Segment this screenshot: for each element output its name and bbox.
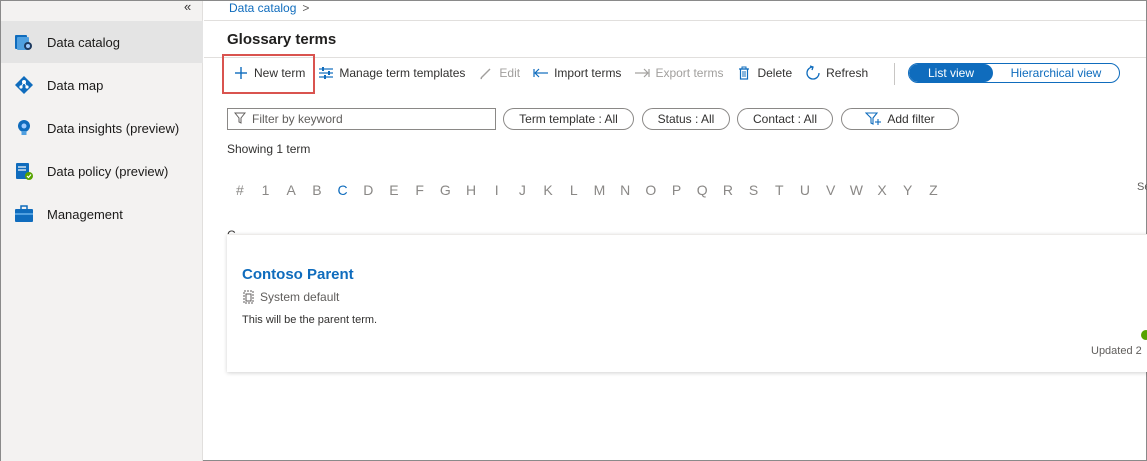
term-updated: Updated 2 [1091, 345, 1142, 357]
manage-term-templates-button[interactable]: Manage term templates [318, 65, 465, 81]
status-approved-icon [1141, 330, 1147, 340]
sidebar-item-label: Management [47, 206, 123, 222]
sidebar-item-data-policy[interactable]: Data policy (preview) [1, 150, 203, 192]
alphabet-letter-r[interactable]: R [715, 182, 741, 198]
export-terms-label: Export terms [655, 66, 724, 80]
keyword-filter-input[interactable]: Filter by keyword [227, 108, 496, 130]
term-template-label: System default [260, 290, 340, 304]
alphabet-letter-g[interactable]: G [433, 182, 459, 198]
sidebar: « Data catalog Data map Data insights (p… [1, 0, 203, 461]
alphabet-letter-o[interactable]: O [638, 182, 664, 198]
alphabet-letter-h[interactable]: H [458, 182, 484, 198]
view-toggle: List view Hierarchical view [908, 63, 1120, 83]
alphabet-letter-a[interactable]: A [278, 182, 304, 198]
term-description: This will be the parent term. [242, 314, 378, 326]
page-title: Glossary terms [227, 31, 337, 48]
alphabet-letter-w[interactable]: W [844, 182, 870, 198]
alphabet-letter-s[interactable]: S [741, 182, 767, 198]
alphabet-letter-t[interactable]: T [766, 182, 792, 198]
data-policy-icon [13, 160, 35, 182]
alphabet-letter-k[interactable]: K [535, 182, 561, 198]
delete-label: Delete [757, 66, 793, 80]
alphabet-letter-f[interactable]: F [407, 182, 433, 198]
divider [204, 20, 1146, 21]
sidebar-item-label: Data map [47, 77, 104, 93]
divider [204, 57, 1146, 58]
alphabet-letter-u[interactable]: U [792, 182, 818, 198]
sidebar-item-data-catalog[interactable]: Data catalog [1, 21, 203, 63]
contact-filter[interactable]: Contact : All [737, 108, 833, 130]
alphabet-letter-e[interactable]: E [381, 182, 407, 198]
term-card: Contoso Parent System default This will … [227, 234, 1147, 372]
breadcrumb-separator: > [302, 1, 310, 15]
alphabet-letter-c[interactable]: C [330, 182, 356, 198]
alphabet-letter-q[interactable]: Q [689, 182, 715, 198]
alphabet-letter-l[interactable]: L [561, 182, 587, 198]
alphabet-letter-m[interactable]: M [587, 182, 613, 198]
result-count: Showing 1 term [227, 142, 311, 156]
hierarchical-view-option[interactable]: Hierarchical view [993, 64, 1119, 82]
alphabet-index: #1 A B C D E F G H I J K L M N O P Q R S T U V W X Y Z [227, 182, 946, 198]
new-term-highlight-box [222, 54, 315, 94]
refresh-label: Refresh [826, 66, 869, 80]
data-map-icon [13, 74, 35, 96]
term-template-filter[interactable]: Term template : All [503, 108, 634, 130]
filter-icon [233, 112, 247, 127]
edit-label: Edit [499, 66, 521, 80]
export-icon [634, 65, 651, 81]
breadcrumb-link-data-catalog[interactable]: Data catalog [229, 1, 296, 15]
sidebar-item-label: Data policy (preview) [47, 163, 169, 179]
list-view-option[interactable]: List view [909, 64, 993, 82]
edit-button[interactable]: Edit [478, 65, 520, 81]
alphabet-letter-j[interactable]: J [510, 182, 536, 198]
breadcrumb: Data catalog > [229, 1, 309, 15]
data-catalog-icon [13, 31, 35, 53]
manage-term-templates-label: Manage term templates [339, 66, 466, 80]
sidebar-item-management[interactable]: Management [1, 193, 203, 235]
alphabet-letter-d[interactable]: D [355, 182, 381, 198]
alphabet-letter-x[interactable]: X [869, 182, 895, 198]
alphabet-letter-n[interactable]: N [612, 182, 638, 198]
keyword-filter-placeholder: Filter by keyword [252, 112, 343, 126]
template-icon [242, 290, 256, 304]
refresh-icon [805, 65, 821, 81]
alphabet-letter-i[interactable]: I [484, 182, 510, 198]
collapse-sidebar-icon[interactable]: « [184, 0, 191, 13]
delete-button[interactable]: Delete [736, 65, 792, 81]
truncated-text: Se [1137, 181, 1147, 193]
add-filter-label: Add filter [887, 112, 935, 126]
import-terms-label: Import terms [554, 66, 622, 80]
import-terms-button[interactable]: Import terms [533, 65, 621, 81]
trash-icon [736, 65, 752, 81]
refresh-button[interactable]: Refresh [805, 65, 868, 81]
alphabet-letter-y[interactable]: Y [895, 182, 921, 198]
add-filter-button[interactable]: Add filter [841, 108, 959, 130]
alphabet-letter-hash[interactable]: # [227, 182, 253, 198]
toolbar-divider [894, 63, 895, 85]
term-name-link[interactable]: Contoso Parent [242, 266, 354, 283]
sidebar-item-label: Data catalog [47, 34, 120, 50]
alphabet-letter-p[interactable]: P [664, 182, 690, 198]
pencil-icon [478, 65, 494, 81]
alphabet-letter-z[interactable]: Z [921, 182, 947, 198]
import-icon [533, 65, 549, 81]
add-filter-icon [865, 112, 882, 126]
management-icon [13, 203, 35, 225]
alphabet-letter-v[interactable]: V [818, 182, 844, 198]
data-insights-icon [13, 117, 35, 139]
sliders-icon [318, 65, 334, 81]
export-terms-button[interactable]: Export terms [634, 65, 723, 81]
status-filter[interactable]: Status : All [642, 108, 730, 130]
sidebar-item-data-map[interactable]: Data map [1, 64, 203, 106]
sidebar-item-label: Data insights (preview) [47, 120, 180, 136]
alphabet-letter-b[interactable]: B [304, 182, 330, 198]
alphabet-letter-1[interactable]: 1 [253, 182, 279, 198]
sidebar-item-data-insights[interactable]: Data insights (preview) [1, 107, 203, 149]
toolbar: New term Manage term templates Edit Impo… [227, 59, 881, 87]
term-template: System default [242, 290, 339, 304]
